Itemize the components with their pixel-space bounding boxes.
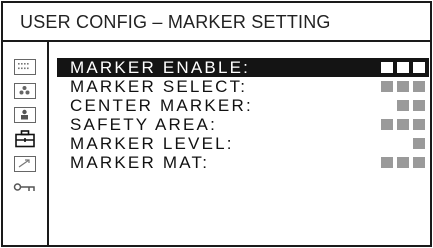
- value-block: [381, 157, 393, 168]
- value-block: [413, 62, 425, 73]
- menu-item-label: MARKER ENABLE:: [70, 58, 251, 77]
- menu-item-label: SAFETY AREA:: [70, 115, 218, 134]
- value-block: [397, 62, 409, 73]
- color-dots-icon[interactable]: [14, 83, 36, 99]
- menu-item-safety-area[interactable]: SAFETY AREA:: [57, 115, 429, 134]
- window-title: USER CONFIG – MARKER SETTING: [20, 12, 331, 32]
- keypad-icon[interactable]: [14, 59, 36, 75]
- arrow-icon[interactable]: [14, 156, 36, 172]
- value-block: [413, 100, 425, 111]
- menu-item-label: CENTER MARKER:: [70, 96, 253, 115]
- person-icon[interactable]: [14, 107, 36, 123]
- menu-item-marker-enable[interactable]: MARKER ENABLE:: [57, 58, 429, 77]
- menu-item-marker-select[interactable]: MARKER SELECT:: [57, 77, 429, 96]
- value-block: [381, 81, 393, 92]
- menu-window: USER CONFIG – MARKER SETTING MARKER ENAB…: [1, 1, 432, 247]
- menu-item-label: MARKER MAT:: [70, 153, 210, 172]
- value-block: [397, 100, 409, 111]
- title-bar: USER CONFIG – MARKER SETTING: [3, 3, 430, 42]
- value-block: [397, 81, 409, 92]
- value-block: [381, 62, 393, 73]
- value-block: [397, 157, 409, 168]
- value-block: [381, 119, 393, 130]
- toolbox-icon[interactable]: [14, 130, 36, 148]
- menu-item-label: MARKER LEVEL:: [70, 134, 234, 153]
- menu-item-marker-mat[interactable]: MARKER MAT:: [57, 153, 429, 172]
- value-block: [413, 138, 425, 149]
- menu-item-marker-level[interactable]: MARKER LEVEL:: [57, 134, 429, 153]
- category-sidebar: [3, 42, 49, 245]
- menu-item-label: MARKER SELECT:: [70, 77, 248, 96]
- key-icon[interactable]: [13, 180, 36, 196]
- value-block: [413, 81, 425, 92]
- menu-item-center-marker[interactable]: CENTER MARKER:: [57, 96, 429, 115]
- value-block: [413, 119, 425, 130]
- value-block: [397, 119, 409, 130]
- value-block: [413, 157, 425, 168]
